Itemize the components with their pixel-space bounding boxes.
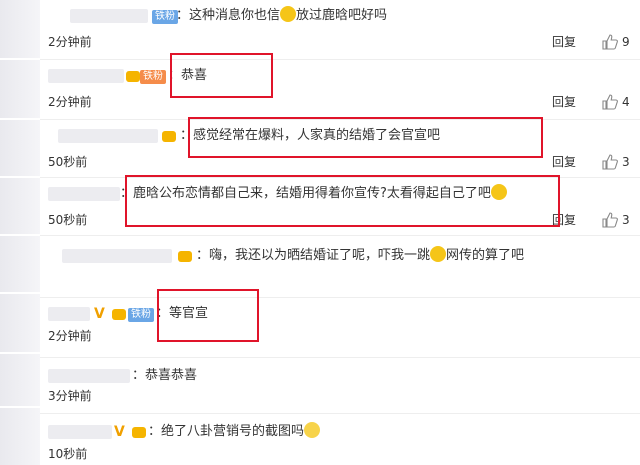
- comment-item: V ：绝了八卦营销号的截图吗 10秒前: [40, 418, 640, 465]
- divider: [40, 297, 640, 298]
- avatar[interactable]: [0, 120, 40, 176]
- username-blurred[interactable]: [48, 425, 112, 439]
- iron-fan-badge: 铁粉: [140, 70, 166, 84]
- comment-header: 铁粉 ：恭喜: [40, 62, 640, 90]
- comment-item: V 铁粉 ：等官宣 2分钟前: [40, 300, 640, 358]
- username-blurred[interactable]: [48, 69, 124, 83]
- comment-time: 50秒前: [48, 155, 88, 169]
- comment-header: 铁粉 ：这种消息你也信 放过鹿晗吧好吗: [40, 2, 640, 30]
- comment-text-part: 网传的算了吧: [446, 248, 525, 263]
- emoji-icon: [430, 246, 447, 262]
- like-count: 4: [622, 95, 630, 109]
- vip-icon: [132, 427, 146, 438]
- avatar[interactable]: [0, 60, 40, 118]
- like-icon[interactable]: [602, 212, 618, 228]
- avatar-column: [0, 0, 40, 465]
- username-blurred[interactable]: [62, 249, 172, 263]
- comment-header: V ：绝了八卦营销号的截图吗: [40, 418, 640, 446]
- like-icon[interactable]: [602, 154, 618, 170]
- like-count: 3: [622, 213, 630, 227]
- comment-time: 2分钟前: [48, 95, 92, 109]
- comment-text-part: ：这种消息你也信: [176, 8, 281, 23]
- reply-button[interactable]: 回复: [552, 92, 576, 112]
- divider: [40, 413, 640, 414]
- reply-button[interactable]: 回复: [552, 152, 576, 172]
- comment-text: ：绝了八卦营销号的截图吗: [148, 418, 321, 446]
- comment-text-part: ：绝了八卦营销号的截图吗: [148, 424, 305, 439]
- comment-footer: 2分钟前 回复 9: [40, 32, 640, 52]
- avatar[interactable]: [0, 408, 40, 465]
- username-blurred[interactable]: [70, 9, 148, 23]
- username-blurred[interactable]: [48, 369, 130, 383]
- username-blurred[interactable]: [48, 307, 90, 321]
- avatar[interactable]: [0, 294, 40, 352]
- like-icon[interactable]: [602, 94, 618, 110]
- comment-item: ：恭喜恭喜 3分钟前: [40, 362, 640, 414]
- avatar[interactable]: [0, 178, 40, 234]
- comment-header: V 铁粉 ：等官宣: [40, 300, 640, 328]
- like-count: 9: [622, 35, 630, 49]
- vip-icon: [178, 251, 192, 262]
- reply-button[interactable]: 回复: [552, 32, 576, 52]
- divider: [40, 235, 640, 236]
- comment-item: 铁粉 ：这种消息你也信 放过鹿晗吧好吗 2分钟前 回复 9: [40, 2, 640, 60]
- comment-item: ：嗨，我还以为晒结婚证了呢，吓我一跳 网传的算了吧: [40, 242, 640, 298]
- comment-time: 10秒前: [48, 447, 88, 461]
- emoji-icon: [280, 6, 297, 22]
- highlight-box: [157, 289, 259, 342]
- comment-text: ：这种消息你也信 放过鹿晗吧好吗: [176, 2, 387, 30]
- vip-icon: V: [114, 424, 125, 440]
- comment-time: 2分钟前: [48, 329, 92, 343]
- comment-time: 3分钟前: [48, 389, 92, 403]
- vip-icon: [162, 131, 176, 142]
- comment-footer: 10秒前: [40, 444, 640, 464]
- comment-text: ：嗨，我还以为晒结婚证了呢，吓我一跳 网传的算了吧: [196, 242, 524, 270]
- highlight-box: [188, 117, 543, 158]
- iron-fan-badge: 铁粉: [128, 308, 154, 322]
- comment-footer: 2分钟前: [40, 326, 640, 346]
- comment-text-part: 放过鹿晗吧好吗: [296, 8, 388, 23]
- avatar[interactable]: [0, 354, 40, 406]
- comment-time: 50秒前: [48, 213, 88, 227]
- emoji-icon: [304, 422, 321, 438]
- vip-icon: V: [94, 306, 105, 322]
- iron-fan-badge: 铁粉: [152, 10, 178, 24]
- username-blurred[interactable]: [58, 129, 158, 143]
- highlight-box: [125, 175, 560, 227]
- like-icon[interactable]: [602, 34, 618, 50]
- divider: [40, 357, 640, 358]
- highlight-box: [170, 53, 273, 98]
- divider: [40, 59, 640, 60]
- comment-text-part: ：嗨，我还以为晒结婚证了呢，吓我一跳: [196, 248, 431, 263]
- comment-footer: 3分钟前: [40, 386, 640, 406]
- avatar[interactable]: [0, 236, 40, 292]
- avatar[interactable]: [0, 0, 40, 58]
- comment-header: ：嗨，我还以为晒结婚证了呢，吓我一跳 网传的算了吧: [40, 242, 640, 270]
- vip-icon: [112, 309, 126, 320]
- vip-icon: [126, 71, 140, 82]
- comment-time: 2分钟前: [48, 35, 92, 49]
- username-blurred[interactable]: [48, 187, 120, 201]
- comment-footer: 2分钟前 回复 4: [40, 92, 640, 112]
- comment-item: 铁粉 ：恭喜 2分钟前 回复 4: [40, 62, 640, 120]
- like-count: 3: [622, 155, 630, 169]
